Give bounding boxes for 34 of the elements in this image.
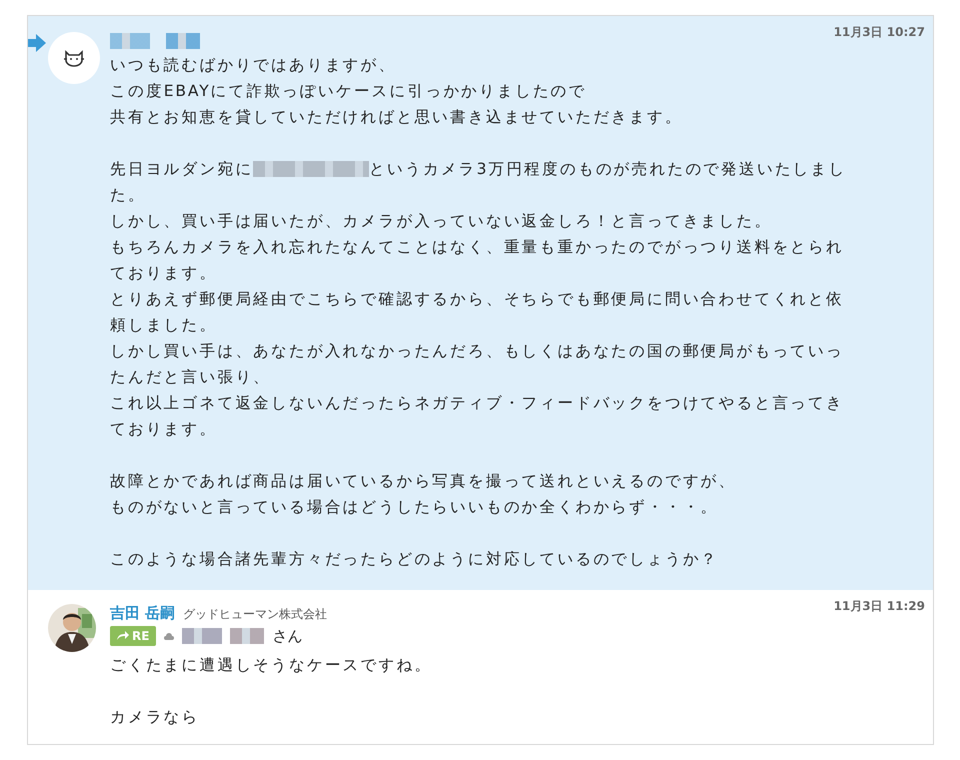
message-text: 先日ヨルダン宛に — [110, 158, 254, 180]
redacted-name — [230, 628, 264, 644]
message-text: 故障とかであれば商品は届いているから写真を撮って送れといえるのですが、 — [110, 470, 736, 492]
message-text: カメラなら — [110, 706, 200, 728]
reply-badge: RE — [110, 626, 156, 646]
cloud-icon — [164, 632, 174, 640]
message-text: この度EBAYにて詐欺っぽいケースに引っかかりましたので — [110, 80, 586, 102]
recipient-suffix: さん — [272, 626, 302, 646]
post-time: 11月3日 11:29 — [834, 598, 925, 615]
arrow-icon — [28, 34, 46, 52]
company-name: グッドヒューマン株式会社 — [183, 606, 328, 623]
message-text: というカメラ3万円程度のものが売れたので発送いたしまし — [369, 158, 846, 180]
message-text: ものがないと言っている場合はどうしたらいいものか全くわからず・・・。 — [110, 496, 719, 518]
message-text: しかし買い手は、あなたが入れなかったんだろ、もしくはあなたの国の郵便局がもっていっ — [110, 340, 844, 362]
message-text: 共有とお知恵を貸していただければと思い書き込ませていただきます。 — [110, 106, 683, 128]
message-text: ております。 — [110, 418, 218, 440]
message-text: たんだと言い張り、 — [110, 366, 272, 388]
message-text: ております。 — [110, 262, 218, 284]
message-text: もちろんカメラを入れ忘れたなんてことはなく、重量も重かったのでがっつり送料をとられ — [110, 236, 844, 258]
message-text: このような場合諸先輩方々だったらどのように対応しているのでしょうか？ — [110, 548, 719, 570]
cat-icon — [63, 49, 85, 67]
message-text: いつも読むばかりではありますが、 — [110, 54, 396, 76]
redacted-name — [110, 33, 150, 49]
message-text: 頼しました。 — [110, 314, 218, 336]
message-text: ごくたまに遭遇しそうなケースですね。 — [110, 654, 432, 676]
message-text: た。 — [110, 184, 146, 206]
message-text: しかし、買い手は届いたが、カメラが入っていない返金しろ！と言ってきました。 — [110, 210, 772, 232]
arrow-icon — [117, 631, 129, 641]
message-text: とりあえず郵便局経由でこちらで確認するから、そちらでも郵便局に問い合わせてくれと依 — [110, 288, 844, 310]
redacted-name — [182, 628, 222, 644]
redacted-name — [166, 33, 200, 49]
message-text: これ以上ゴネて返金しないんだったらネガティブ・フィードバックをつけてやると言ってき — [110, 392, 844, 414]
author-name[interactable]: 吉田 岳嗣 — [110, 604, 176, 623]
post-time: 11月3日 10:27 — [834, 24, 925, 41]
